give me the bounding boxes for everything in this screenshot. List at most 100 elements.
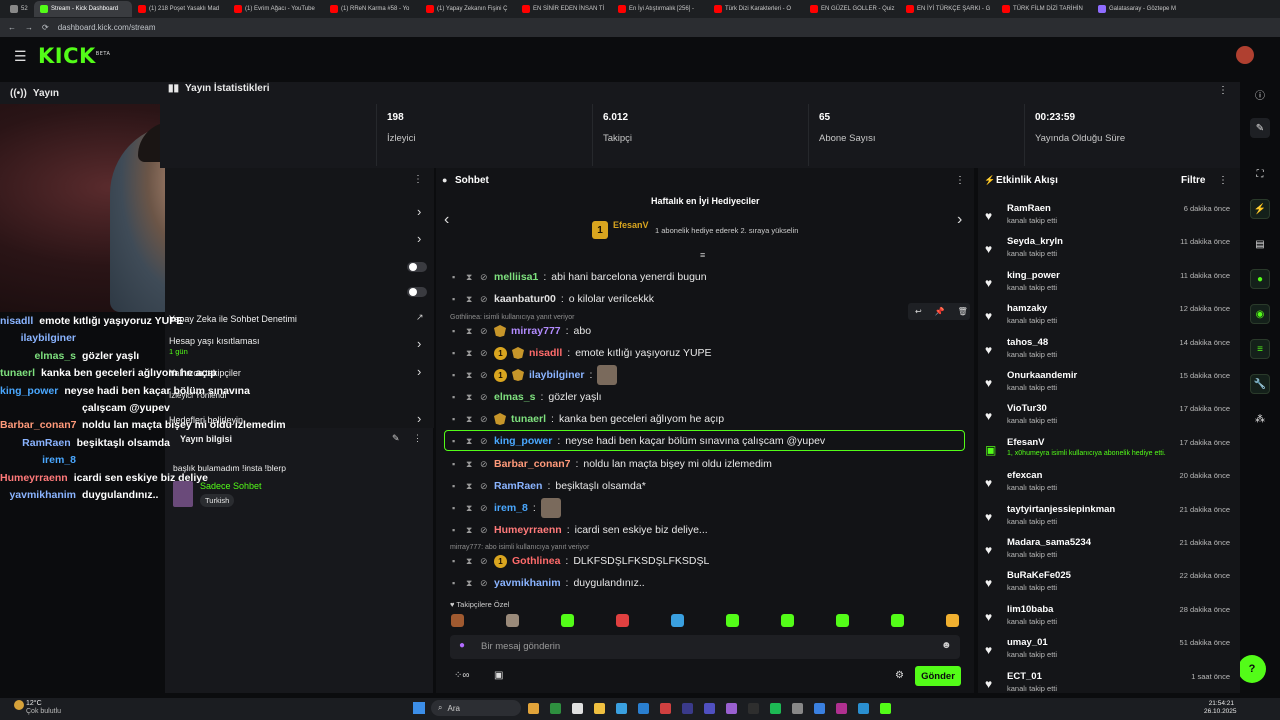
chevron-right-icon[interactable]: › [417,411,421,426]
timeout-icon[interactable]: ⧗ [466,556,475,567]
activity-event[interactable]: ♥ Seyda_kryln kanalı takip etti 11 dakika ö… [985,234,1230,264]
delete-icon[interactable]: 🗑 [958,307,968,316]
chat-message[interactable]: ▪ ⧗ ⊘ kaanbatur00: o kilolar verilcekkk [452,289,654,309]
more-icon[interactable]: ⋮ [413,433,422,444]
wrench-icon[interactable]: 🔧 [1250,374,1270,394]
taskbar-app-icon[interactable] [594,703,605,714]
toggle-ai-moderation[interactable] [407,262,427,272]
trash-icon[interactable]: ▪ [452,525,461,535]
more-icon[interactable]: ⋮ [1218,175,1228,186]
activity-event[interactable]: ▣ EfesanV 1, x0humeyra isimli kullanıcıya … [985,435,1230,465]
taskbar-app-icon[interactable] [550,703,561,714]
emote[interactable] [616,614,629,627]
list-icon[interactable]: ≡ [1250,339,1270,359]
send-button[interactable]: Gönder [915,666,961,686]
ban-icon[interactable]: ⊘ [480,348,489,359]
timeout-icon[interactable]: ⧗ [466,392,475,403]
toggle-age-restriction[interactable] [407,287,427,297]
ban-icon[interactable]: ⊘ [480,481,489,492]
ban-icon[interactable]: ⊘ [480,556,489,567]
ban-icon[interactable]: ⊘ [480,370,489,381]
activity-event[interactable]: ♥ hamzaky kanalı takip etti 12 dakika önce [985,301,1230,331]
chat-message[interactable]: ▪ ⧗ ⊘ elmas_s: gözler yaşlı [452,387,601,407]
ban-icon[interactable]: ⊘ [480,392,489,403]
timeout-icon[interactable]: ⧗ [466,326,475,337]
browser-tab[interactable]: EN İYİ TÜRKÇE ŞARKI - G [900,1,996,17]
ban-icon[interactable]: ⊘ [480,436,489,447]
activity-event[interactable]: ♥ VioTur30 kanalı takip etti 17 dakika önce [985,401,1230,431]
chat-username[interactable]: kaanbatur00 [494,293,556,305]
chat-username[interactable]: RamRaen [494,480,542,492]
chat-username[interactable]: elmas_s [494,391,535,403]
chat-username[interactable]: ilaybilginer [529,369,584,381]
timeout-icon[interactable]: ⧗ [466,459,475,470]
emote[interactable] [781,614,794,627]
emoji-icon[interactable]: ☻ [941,640,952,651]
chat-message[interactable]: ▪ ⧗ ⊘ king_power: neyse hadi ben kaçar bölüm… [452,431,825,451]
trash-icon[interactable]: ▪ [452,272,461,282]
browser-tab[interactable]: EN SİNİR EDEN İNSAN Tİ [516,1,612,17]
activity-event[interactable]: ♥ taytyirtanjessiepinkman kanalı takip ett… [985,502,1230,532]
emote[interactable] [891,614,904,627]
broadcast-icon[interactable]: ◉ [1250,304,1270,324]
taskbar-app-icon[interactable] [880,703,891,714]
apps-icon[interactable]: ⁂ [1250,409,1270,429]
taskbar-app-icon[interactable] [814,703,825,714]
url-text[interactable]: dashboard.kick.com/stream [58,23,156,32]
browser-tab[interactable]: Galatasaray - Göztepe M [1092,1,1188,17]
trash-icon[interactable]: ▪ [452,326,461,336]
help-icon[interactable]: ? [1238,655,1266,683]
chat-username[interactable]: mirray777 [511,325,561,337]
taskbar-app-icon[interactable] [858,703,869,714]
taskbar-app-icon[interactable] [660,703,671,714]
chat-message[interactable]: ▪ ⧗ ⊘ 1 Gothlinea: DLKFSDŞLFKSDŞLFKSDŞL [452,551,709,571]
ban-icon[interactable]: ⊘ [480,525,489,536]
activity-event[interactable]: ♥ BuRaKeFe025 kanalı takip etti 22 dakika ö… [985,568,1230,598]
chat-message[interactable]: ▪ ⧗ ⊘ Barbar_conan7: noldu lan maçta bişey m… [452,454,772,474]
chat-username[interactable]: irem_8 [494,502,528,514]
taskbar-app-icon[interactable] [770,703,781,714]
taskbar-app-icon[interactable] [704,703,715,714]
chat-username[interactable]: tunaerl [511,413,546,425]
pencil-icon[interactable]: ✎ [392,433,400,444]
chat-message[interactable]: ▪ ⧗ ⊘ yavmikhanim: duygulandınız.. [452,573,645,593]
document-icon[interactable]: ▤ [1250,234,1270,254]
activity-event[interactable]: ♥ Madara_sama5234 kanalı takip etti 21 daki… [985,535,1230,565]
browser-tab[interactable]: Stream - Kick Dashboard [34,1,132,17]
emote[interactable] [726,614,739,627]
chat-bubble-icon[interactable]: ● [1250,269,1270,289]
ban-icon[interactable]: ⊘ [480,578,489,589]
trash-icon[interactable]: ▪ [452,348,461,358]
taskbar-app-icon[interactable] [528,703,539,714]
kick-logo[interactable]: KICKBETA [38,44,110,68]
settings-icon[interactable]: ⚙ [895,670,904,681]
trash-icon[interactable]: ▪ [452,370,461,380]
ban-icon[interactable]: ⊘ [480,503,489,514]
activity-event[interactable]: ♥ king_power kanalı takip etti 11 dakika ön… [985,268,1230,298]
chevron-left-icon[interactable]: ‹ [444,211,449,229]
avatar[interactable] [1236,46,1254,64]
chat-message[interactable]: ▪ ⧗ ⊘ melliisa1: abi hani barcelona yenerdi … [452,267,707,287]
back-icon[interactable]: ← [8,23,16,32]
activity-event[interactable]: ♥ Onurkaandemir kanalı takip etti 15 dakika… [985,368,1230,398]
timeout-icon[interactable]: ⧗ [466,294,475,305]
timeout-icon[interactable]: ⧗ [466,272,475,283]
chat-message[interactable]: ▪ ⧗ ⊘ tunaerl: kanka ben geceleri ağlıyom he… [452,409,724,429]
timeout-icon[interactable]: ⧗ [466,481,475,492]
browser-tab[interactable]: Türk Dizi Karakterleri - O [708,1,804,17]
windows-start-icon[interactable] [413,702,425,714]
ban-icon[interactable]: ⊘ [480,414,489,425]
browser-tab[interactable]: 52 [4,1,34,17]
chat-username[interactable]: Barbar_conan7 [494,458,570,470]
taskbar-app-icon[interactable] [748,703,759,714]
timeout-icon[interactable]: ⧗ [466,578,475,589]
menu-icon[interactable]: ☰ [14,48,27,65]
chat-username[interactable]: Gothlinea [512,555,560,567]
taskbar-search[interactable]: ⌕ Ara [431,700,521,716]
browser-tab[interactable]: (1) Yapay Zekanın Fişini Ç [420,1,516,17]
pin-icon[interactable]: 📌 [935,307,945,316]
timeout-icon[interactable]: ⧗ [466,348,475,359]
external-link-icon[interactable]: ↗ [416,312,424,323]
more-icon[interactable]: ⋮ [1218,85,1228,96]
infinity-icon[interactable]: ⁘∞ [454,670,470,681]
